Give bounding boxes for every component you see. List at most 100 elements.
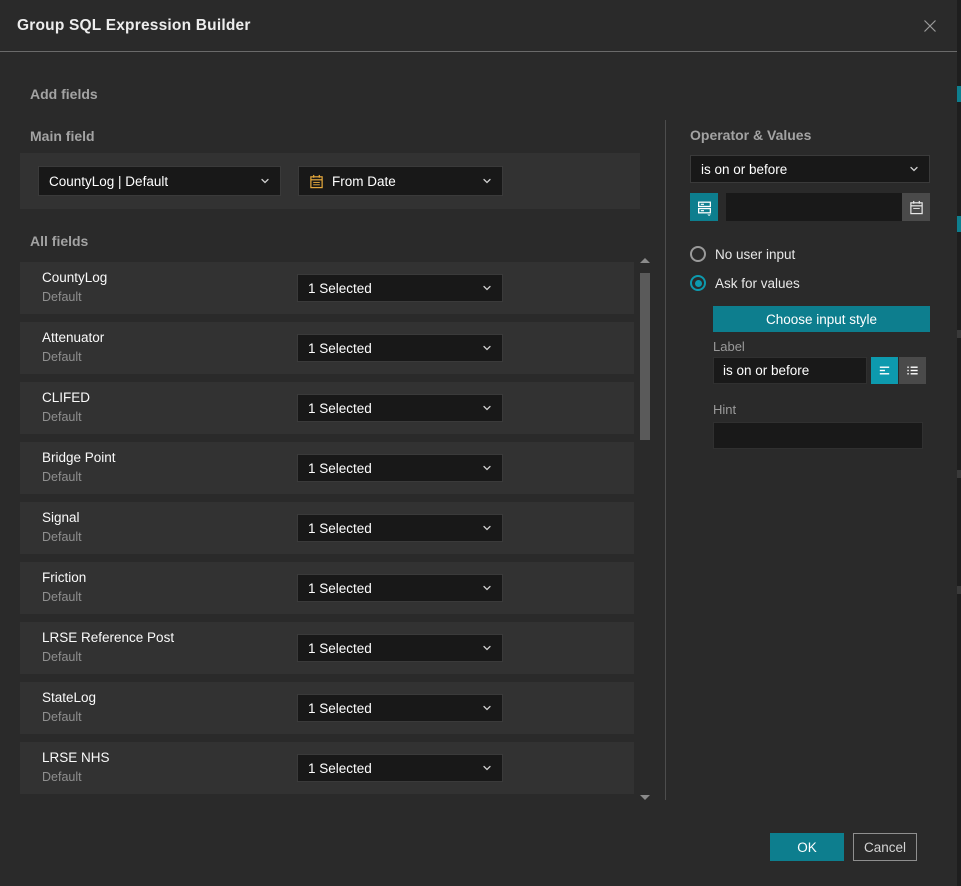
field-name: Signal [42,510,80,525]
radio-label: Ask for values [715,276,800,291]
field-sublabel: Default [42,770,82,784]
group-sql-expression-builder-dialog: Group SQL Expression Builder Add fields … [0,0,961,886]
field-name: StateLog [42,690,96,705]
field-row: StateLog Default 1 Selected [20,682,634,734]
field-name: LRSE Reference Post [42,630,174,645]
ok-button[interactable]: OK [770,833,844,861]
field-name: CLIFED [42,390,90,405]
calendar-icon [909,200,924,215]
date-field-calendar-icon [309,174,324,189]
panel-divider [665,120,666,800]
all-fields-list: CountyLog Default 1 Selected Attenuator … [20,262,634,802]
field-selection-select[interactable]: 1 Selected [297,274,503,302]
edge-artifact [957,470,961,478]
field-name: Friction [42,570,86,585]
scroll-down-icon[interactable] [640,795,650,800]
list-style-button[interactable] [899,357,926,384]
field-selection-value: 1 Selected [308,461,372,476]
operator-values-panel: Operator & Values is on or before [690,120,930,449]
chevron-down-icon [482,343,492,353]
operator-select[interactable]: is on or before [690,155,930,183]
unique-values-icon [696,199,713,216]
field-name: LRSE NHS [42,750,110,765]
field-sublabel: Default [42,470,82,484]
screen-edge-strip [957,0,961,886]
field-selection-value: 1 Selected [308,281,372,296]
field-selection-value: 1 Selected [308,581,372,596]
field-selection-select[interactable]: 1 Selected [297,514,503,542]
field-name: CountyLog [42,270,107,285]
user-input-radios: No user input Ask for values [690,246,930,291]
field-sublabel: Default [42,650,82,664]
chevron-down-icon [260,176,270,186]
all-fields-heading: All fields [30,233,88,249]
layer-select-value: CountyLog | Default [49,174,168,189]
scroll-up-icon[interactable] [640,258,650,263]
field-selection-select[interactable]: 1 Selected [297,694,503,722]
field-row: CLIFED Default 1 Selected [20,382,634,434]
chevron-down-icon [482,403,492,413]
field-selection-value: 1 Selected [308,761,372,776]
field-sublabel: Default [42,410,82,424]
chevron-down-icon [482,283,492,293]
field-selection-value: 1 Selected [308,641,372,656]
operator-select-value: is on or before [701,162,787,177]
bullet-list-icon [905,363,920,378]
field-selection-select[interactable]: 1 Selected [297,454,503,482]
operator-values-heading: Operator & Values [690,127,930,143]
choose-input-style-button[interactable]: Choose input style [713,306,930,332]
unique-values-button[interactable] [690,193,718,221]
radio-option[interactable]: No user input [690,246,930,262]
field-selection-select[interactable]: 1 Selected [297,394,503,422]
cancel-button[interactable]: Cancel [853,833,917,861]
field-selection-value: 1 Selected [308,521,372,536]
ask-for-values-section: Choose input style Label [713,306,930,449]
main-field-select[interactable]: From Date [298,166,503,196]
date-picker-button[interactable] [902,193,930,221]
label-field-label: Label [713,339,930,354]
main-field-heading: Main field [30,128,95,144]
chevron-down-icon [482,643,492,653]
chevron-down-icon [482,763,492,773]
chevron-down-icon [909,164,919,174]
radio-option[interactable]: Ask for values [690,275,930,291]
radio-circle-icon [690,246,706,262]
field-row: Bridge Point Default 1 Selected [20,442,634,494]
date-value-input[interactable] [726,193,902,221]
field-name: Bridge Point [42,450,116,465]
close-icon [920,16,940,36]
field-selection-select[interactable]: 1 Selected [297,634,503,662]
field-sublabel: Default [42,350,82,364]
hint-input[interactable] [713,422,923,449]
date-value-row [690,193,930,221]
label-input[interactable] [713,357,867,384]
add-fields-heading: Add fields [30,86,98,102]
main-field-band: CountyLog | Default From Date [20,153,640,209]
chevron-down-icon [482,176,492,186]
single-line-style-button[interactable] [871,357,898,384]
dialog-title: Group SQL Expression Builder [17,17,251,35]
field-selection-value: 1 Selected [308,401,372,416]
field-sublabel: Default [42,710,82,724]
field-selection-value: 1 Selected [308,341,372,356]
field-row: CountyLog Default 1 Selected [20,262,634,314]
chevron-down-icon [482,523,492,533]
scrollbar-thumb[interactable] [640,273,650,440]
field-selection-select[interactable]: 1 Selected [297,754,503,782]
field-row: LRSE Reference Post Default 1 Selected [20,622,634,674]
field-row: Attenuator Default 1 Selected [20,322,634,374]
field-name: Attenuator [42,330,104,345]
close-button[interactable] [919,15,941,37]
field-selection-value: 1 Selected [308,701,372,716]
field-sublabel: Default [42,590,82,604]
field-sublabel: Default [42,530,82,544]
edge-artifact [957,216,961,232]
field-row: Signal Default 1 Selected [20,502,634,554]
chevron-down-icon [482,583,492,593]
align-left-icon [877,363,892,378]
chevron-down-icon [482,463,492,473]
field-selection-select[interactable]: 1 Selected [297,334,503,362]
main-field-select-value: From Date [332,174,396,189]
layer-select[interactable]: CountyLog | Default [38,166,281,196]
field-selection-select[interactable]: 1 Selected [297,574,503,602]
